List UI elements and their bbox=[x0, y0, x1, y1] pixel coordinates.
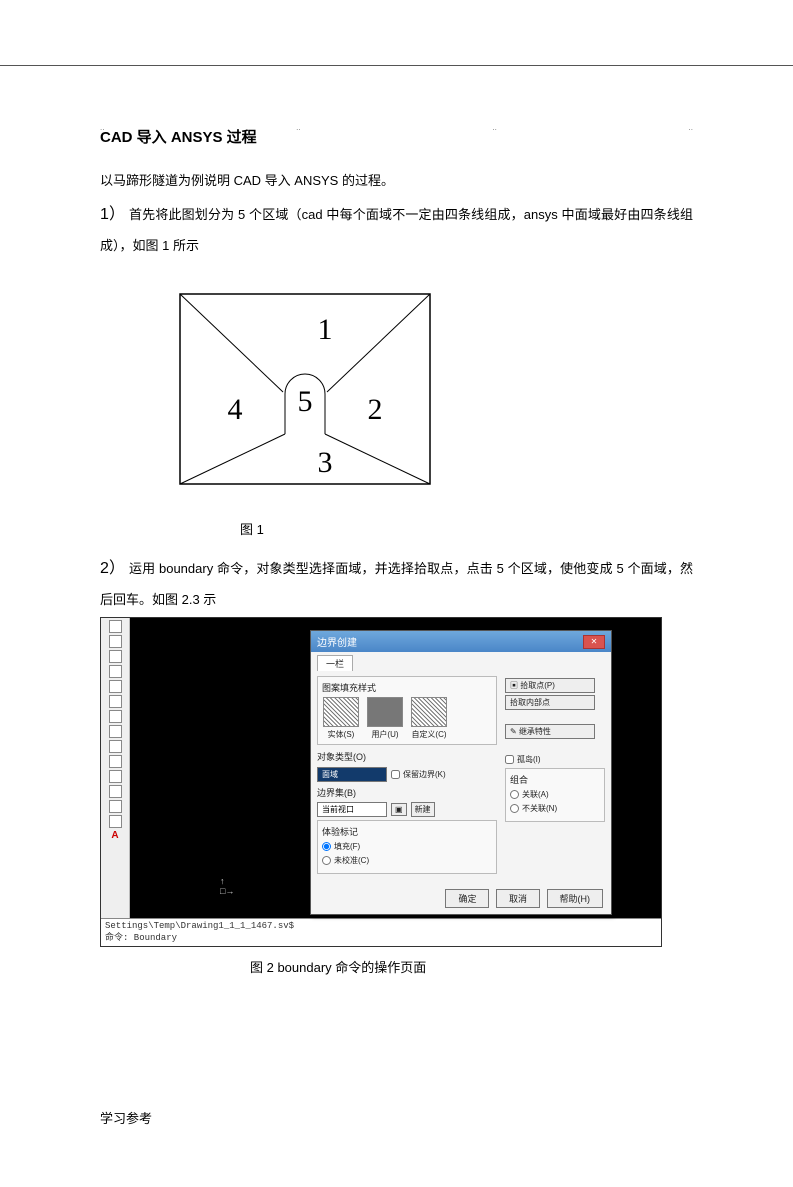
hatch-swatch-icon[interactable] bbox=[411, 697, 447, 727]
page-footer: 学习参考 bbox=[100, 1108, 152, 1127]
boundary-dialog: 边界创建 ✕ 一栏 图案填充样式 实体(S) 用户(U) bbox=[310, 630, 612, 915]
left-toolbar: A bbox=[101, 618, 130, 918]
svg-text:1: 1 bbox=[318, 313, 333, 346]
tool-icon[interactable] bbox=[109, 770, 122, 783]
opt-poly-radio[interactable]: 未校准(C) bbox=[322, 855, 492, 866]
step-1: 1） 首先将此图划分为 5 个区域（cad 中每个面域不一定由四条线组成，ans… bbox=[100, 198, 693, 259]
page-content: CAD 导入 ANSYS 过程 以马蹄形隧道为例说明 CAD 导入 ANSYS … bbox=[0, 65, 793, 1030]
cmd-line-1: Settings\Temp\Drawing1_1_1_1467.sv$ bbox=[105, 921, 657, 933]
nonassoc-radio[interactable]: 不关联(N) bbox=[510, 803, 600, 814]
pick-points-button[interactable]: ▣ 拾取点(P) bbox=[505, 678, 595, 693]
step-1-text: 首先将此图划分为 5 个区域（cad 中每个面域不一定由四条线组成，ansys … bbox=[100, 207, 693, 253]
dialog-title: 边界创建 bbox=[317, 634, 357, 649]
tool-icon[interactable] bbox=[109, 815, 122, 828]
step-1-number: 1） bbox=[100, 206, 125, 223]
object-type-select[interactable]: 面域 bbox=[317, 767, 387, 782]
options-group: 体验标记 填充(F) 未校准(C) bbox=[317, 820, 497, 874]
cad-screenshot: A 边界创建 ✕ 一栏 图案填充样式 bbox=[100, 617, 662, 947]
hatch-swatch-icon[interactable] bbox=[323, 697, 359, 727]
tool-icon[interactable] bbox=[109, 680, 122, 693]
svg-text:3: 3 bbox=[318, 446, 333, 479]
step-2-text: 运用 boundary 命令，对象类型选择面域，并选择拾取点，点击 5 个区域，… bbox=[100, 561, 693, 607]
command-line[interactable]: Settings\Temp\Drawing1_1_1_1467.sv$ 命令: … bbox=[101, 918, 661, 946]
svg-text:2: 2 bbox=[368, 393, 383, 426]
dialog-titlebar[interactable]: 边界创建 ✕ bbox=[311, 631, 611, 652]
tool-letter-a[interactable]: A bbox=[111, 830, 118, 841]
cancel-button[interactable]: 取消 bbox=[496, 889, 540, 908]
figure-1-svg: 1 2 3 4 5 bbox=[170, 284, 440, 504]
new-bset-label[interactable]: 新建 bbox=[411, 802, 435, 817]
help-button[interactable]: 帮助(H) bbox=[547, 889, 604, 908]
tool-icon[interactable] bbox=[109, 755, 122, 768]
inherit-button[interactable]: ✎ 继承特性 bbox=[505, 724, 595, 739]
cad-toolbars: A 边界创建 ✕ 一栏 图案填充样式 bbox=[101, 618, 661, 918]
close-icon[interactable]: ✕ bbox=[583, 635, 605, 649]
hatch-group-title: 图案填充样式 bbox=[322, 681, 492, 694]
cmd-line-2: 命令: Boundary bbox=[105, 933, 657, 945]
hatch-swatch-icon[interactable] bbox=[367, 697, 403, 727]
intro-paragraph: 以马蹄形隧道为例说明 CAD 导入 ANSYS 的过程。 bbox=[100, 167, 693, 194]
new-bset-button[interactable]: ▣ bbox=[391, 803, 407, 816]
combine-group: 组合 关联(A) 不关联(N) bbox=[505, 768, 605, 822]
figure-2-caption: 图 2 boundary 命令的操作页面 bbox=[250, 957, 693, 976]
step-2-number: 2） bbox=[100, 560, 125, 577]
opt-region-radio[interactable]: 填充(F) bbox=[322, 841, 492, 852]
svg-text:4: 4 bbox=[228, 393, 243, 426]
tool-icon[interactable] bbox=[109, 620, 122, 633]
svg-text:5: 5 bbox=[298, 385, 313, 418]
tool-icon[interactable] bbox=[109, 635, 122, 648]
tool-icon[interactable] bbox=[109, 650, 122, 663]
tool-icon[interactable] bbox=[109, 800, 122, 813]
tool-icon[interactable] bbox=[109, 695, 122, 708]
island-check[interactable]: 孤岛(I) bbox=[505, 754, 605, 765]
assoc-radio[interactable]: 关联(A) bbox=[510, 789, 600, 800]
bset-label-row: 边界集(B) bbox=[317, 786, 497, 799]
ok-button[interactable]: 确定 bbox=[445, 889, 489, 908]
dialog-footer: 确定 取消 帮助(H) bbox=[311, 885, 611, 914]
ucs-icon: ↑ □→ bbox=[220, 876, 234, 896]
dialog-tab[interactable]: 一栏 bbox=[317, 655, 353, 671]
keep-boundary-check[interactable]: 保留边界(K) bbox=[391, 769, 446, 780]
tool-icon[interactable] bbox=[109, 710, 122, 723]
step-2: 2） 运用 boundary 命令，对象类型选择面域，并选择拾取点，点击 5 个… bbox=[100, 552, 693, 613]
pick-internal-button[interactable]: 拾取内部点 bbox=[505, 695, 595, 710]
header-rule-dots: .. .. .. .. bbox=[100, 123, 693, 132]
tool-icon[interactable] bbox=[109, 785, 122, 798]
tool-icon[interactable] bbox=[109, 725, 122, 738]
tool-icon[interactable] bbox=[109, 665, 122, 678]
boundary-set-select[interactable]: 当前视口 bbox=[317, 802, 387, 817]
hatch-group: 图案填充样式 实体(S) 用户(U) 自定义(C) bbox=[317, 676, 497, 745]
tool-icon[interactable] bbox=[109, 740, 122, 753]
figure-1-caption: 图 1 bbox=[240, 519, 693, 538]
object-type-label: 对象类型(O) bbox=[317, 750, 366, 763]
cad-canvas[interactable]: 边界创建 ✕ 一栏 图案填充样式 实体(S) 用户(U) bbox=[130, 618, 661, 918]
object-type-row: 对象类型(O) bbox=[317, 750, 497, 763]
figure-1: 1 2 3 4 5 bbox=[170, 284, 693, 509]
